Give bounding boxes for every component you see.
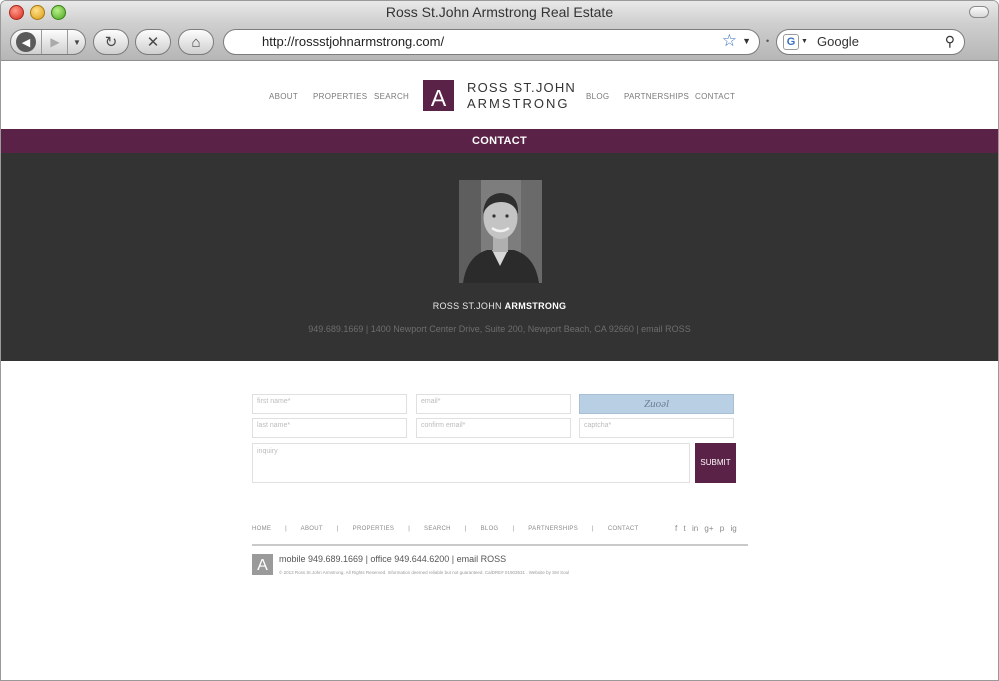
nav-contact-link[interactable]: CONTACT: [695, 92, 735, 101]
footer-about-link[interactable]: ABOUT: [301, 526, 323, 532]
captcha-field[interactable]: captcha*: [579, 418, 734, 438]
contact-banner: CONTACT: [1, 129, 998, 153]
search-icon[interactable]: ⚲: [945, 33, 955, 50]
nav-properties-link[interactable]: PROPERTIES: [313, 92, 367, 101]
address-bar[interactable]: http://rossstjohnarmstrong.com/ ☆ ▼: [223, 29, 760, 55]
agent-portrait-image: [459, 180, 542, 283]
window-title: Ross St.John Armstrong Real Estate: [385, 4, 614, 20]
web-page: ABOUT PROPERTIES SEARCH A ROSS ST.JOHN A…: [1, 61, 998, 680]
twitter-icon[interactable]: t: [683, 524, 685, 533]
footer-separator: |: [408, 526, 411, 532]
search-input[interactable]: Google: [817, 34, 859, 49]
agent-profile: ROSS ST.JOHN ARMSTRONG 949.689.1669 | 14…: [1, 153, 998, 361]
toolbar-toggle-button[interactable]: [969, 6, 989, 18]
confirm-email-field[interactable]: confirm email*: [416, 418, 571, 438]
site-logo[interactable]: A: [423, 80, 454, 111]
home-button[interactable]: ⌂: [178, 29, 214, 55]
footer-separator: |: [285, 526, 288, 532]
reload-button[interactable]: ↻: [93, 29, 129, 55]
chevron-down-icon[interactable]: ▼: [801, 38, 808, 45]
back-button[interactable]: ◀: [11, 30, 41, 54]
footer-separator: |: [336, 526, 339, 532]
footer-contact-link[interactable]: CONTACT: [608, 526, 639, 532]
separator-dot: •: [766, 36, 770, 46]
footer-properties-link[interactable]: PROPERTIES: [353, 526, 395, 532]
footer-search-link[interactable]: SEARCH: [424, 526, 451, 532]
footer-legal-text: © 2013 Ross St.John Armstrong. All Right…: [279, 570, 570, 575]
nav-partnerships-link[interactable]: PARTNERSHIPS: [624, 92, 689, 101]
page-title: CONTACT: [471, 135, 528, 147]
email-field[interactable]: email*: [416, 394, 571, 414]
url-text: http://rossstjohnarmstrong.com/: [262, 34, 445, 49]
history-buttons: ◀ ▶ ▼: [10, 29, 86, 55]
social-icons: f t in g+ p ig: [671, 524, 737, 533]
forward-arrow-icon: ▶: [50, 35, 60, 49]
footer-separator: |: [464, 526, 467, 532]
footer-nav: HOME | ABOUT | PROPERTIES | SEARCH | BLO…: [252, 526, 650, 532]
back-arrow-icon: ◀: [16, 32, 36, 52]
google-plus-icon[interactable]: g+: [704, 524, 713, 533]
nav-blog-link[interactable]: BLOG: [586, 92, 609, 101]
reload-icon: ↻: [104, 34, 118, 51]
footer-logo: A: [252, 554, 273, 575]
footer-partnerships-link[interactable]: PARTNERSHIPS: [528, 526, 578, 532]
last-name-field[interactable]: last name*: [252, 418, 407, 438]
facebook-icon[interactable]: f: [675, 524, 677, 533]
inquiry-textarea[interactable]: inquiry: [252, 443, 690, 483]
nav-search-link[interactable]: SEARCH: [374, 92, 409, 101]
pinterest-icon[interactable]: p: [720, 524, 724, 533]
logo-text-line2[interactable]: ARMSTRONG: [467, 96, 570, 111]
first-name-field[interactable]: first name*: [252, 394, 407, 414]
footer-logo-letter: A: [257, 557, 268, 574]
agent-name: ROSS ST.JOHN ARMSTRONG: [1, 301, 998, 311]
browser-toolbar: ◀ ▶ ▼ ↻ ✕ ⌂ http://rossstjohnarmstrong.c…: [1, 23, 998, 61]
footer-blog-link[interactable]: BLOG: [481, 526, 499, 532]
agent-first-name: ROSS ST.JOHN: [432, 301, 505, 311]
footer-separator: |: [592, 526, 594, 532]
title-bar: Ross St.John Armstrong Real Estate: [1, 1, 998, 23]
logo-text-line1[interactable]: ROSS ST.JOHN: [467, 80, 576, 95]
google-icon[interactable]: G: [783, 34, 799, 50]
stop-button[interactable]: ✕: [135, 29, 171, 55]
captcha-image: Zuoəl: [579, 394, 734, 414]
footer-home-link[interactable]: HOME: [252, 526, 271, 532]
home-icon: ⌂: [191, 33, 201, 51]
forward-button[interactable]: ▶: [41, 30, 68, 54]
site-header: ABOUT PROPERTIES SEARCH A ROSS ST.JOHN A…: [1, 61, 998, 128]
agent-last-name: ARMSTRONG: [504, 301, 567, 311]
browser-window: Ross St.John Armstrong Real Estate ◀ ▶ ▼…: [0, 0, 999, 681]
footer-divider: [252, 544, 748, 546]
chevron-down-icon: ▼: [73, 37, 81, 47]
instagram-icon[interactable]: ig: [730, 524, 736, 533]
bookmark-star-icon[interactable]: ☆: [722, 31, 737, 51]
footer-separator: |: [512, 526, 515, 532]
logo-letter: A: [430, 85, 447, 111]
chevron-down-icon[interactable]: ▼: [742, 36, 751, 46]
search-bar[interactable]: G ▼ Google ⚲: [776, 29, 965, 55]
agent-contact-info: 949.689.1669 | 1400 Newport Center Drive…: [308, 324, 691, 334]
submit-button[interactable]: SUBMIT: [695, 443, 736, 483]
linkedin-icon[interactable]: in: [692, 524, 698, 533]
close-icon: ✕: [146, 34, 160, 51]
history-dropdown-button[interactable]: ▼: [67, 30, 86, 54]
nav-about-link[interactable]: ABOUT: [269, 92, 298, 101]
agent-photo: [459, 180, 542, 283]
footer-contact-line: mobile 949.689.1669 | office 949.644.620…: [279, 554, 507, 564]
